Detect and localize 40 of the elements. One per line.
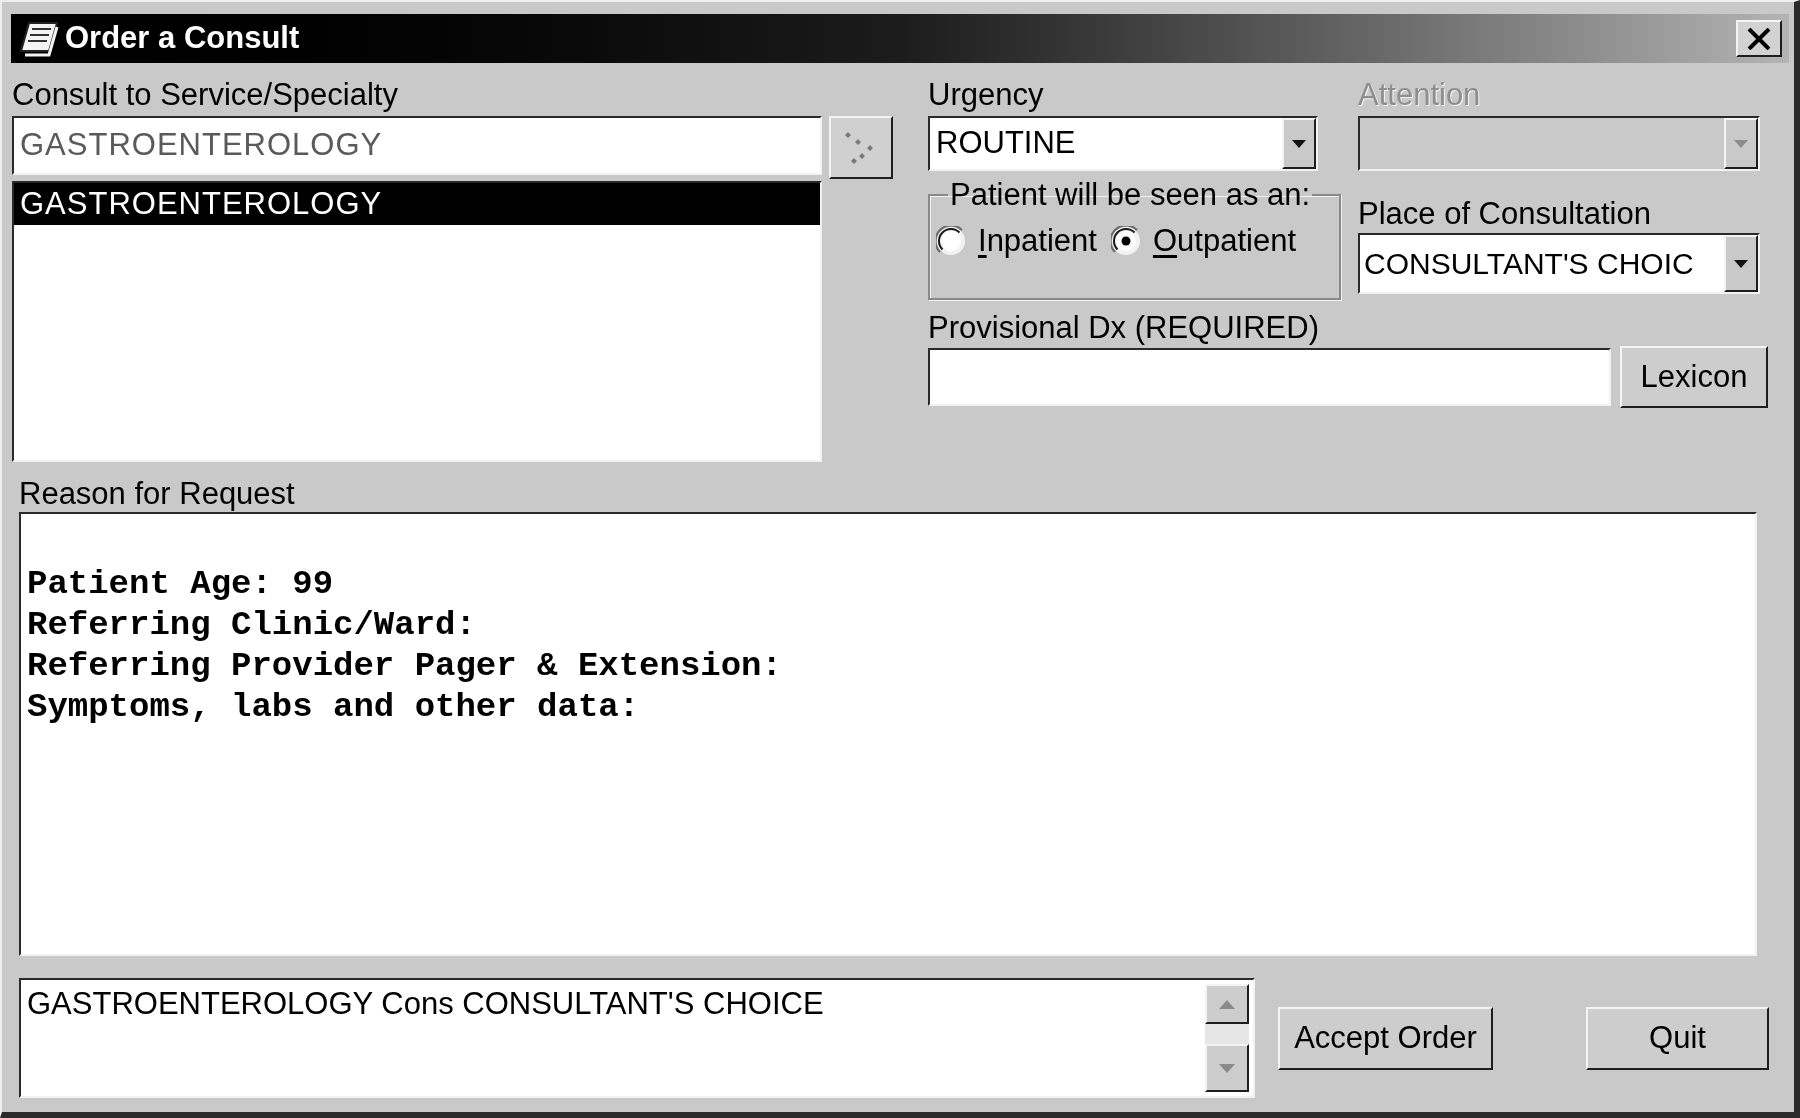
urgency-dropdown[interactable]: ROUTINE	[928, 116, 1318, 171]
caret-down-icon	[1734, 139, 1748, 148]
window-title: Order a Consult	[65, 19, 300, 58]
text-line: Referring Clinic/Ward:	[27, 605, 477, 646]
reason-text-area[interactable]: Patient Age: 99 Referring Clinic/Ward: Referring Provider Pager & Extension: Symptoms, labs and other data:	[19, 512, 1757, 956]
group-legend: Patient will be seen as an:	[948, 177, 1313, 213]
lexicon-button[interactable]: Lexicon	[1620, 346, 1768, 408]
list-item[interactable]: GASTROENTEROLOGY	[14, 183, 820, 225]
field-label: Attention	[1358, 77, 1482, 113]
place-dropdown[interactable]: CONSULTANT'S CHOIC	[1358, 233, 1760, 294]
arrow-down-icon	[1219, 1063, 1235, 1073]
caret-down-icon	[1292, 139, 1306, 148]
dialog-button[interactable]: Accept Order	[1278, 1007, 1493, 1070]
scroll-down-button[interactable]	[1205, 1044, 1249, 1092]
lookup-button[interactable]	[829, 116, 893, 179]
text-line: Symptoms, labs and other data:	[27, 687, 641, 728]
scroll-up-button[interactable]	[1205, 984, 1249, 1024]
field-label: Urgency	[928, 77, 1045, 113]
radio-button[interactable]	[1110, 226, 1141, 256]
field-label: Provisional Dx (REQUIRED)	[928, 310, 1320, 346]
close-icon	[1747, 27, 1771, 50]
text-line: Patient Age: 99	[27, 564, 335, 605]
dropdown-button[interactable]	[1282, 118, 1316, 169]
dropdown-button[interactable]	[1724, 235, 1758, 292]
scrollbar-track[interactable]	[1205, 1024, 1249, 1044]
input-field[interactable]	[928, 348, 1611, 406]
field-label: Reason for Request	[19, 476, 296, 512]
radio-label[interactable]: Inpatient	[978, 223, 1097, 259]
arrow-up-icon	[1219, 999, 1235, 1009]
field-label: Consult to Service/Specialty	[12, 77, 399, 113]
dialog-button[interactable]: Quit	[1586, 1007, 1769, 1070]
caret-down-icon	[1734, 259, 1748, 268]
field-label: Place of Consultation	[1358, 196, 1652, 232]
service-input[interactable]: GASTROENTEROLOGY	[12, 116, 822, 175]
order-summary-text: GASTROENTEROLOGY Cons CONSULTANT'S CHOICE	[26, 985, 825, 1023]
text-line: Referring Provider Pager & Extension:	[27, 646, 783, 687]
notepad-icon	[19, 20, 59, 57]
radio-label[interactable]: Outpatient	[1152, 223, 1296, 259]
radio-button[interactable]	[936, 226, 966, 256]
close-button[interactable]	[1736, 20, 1782, 57]
